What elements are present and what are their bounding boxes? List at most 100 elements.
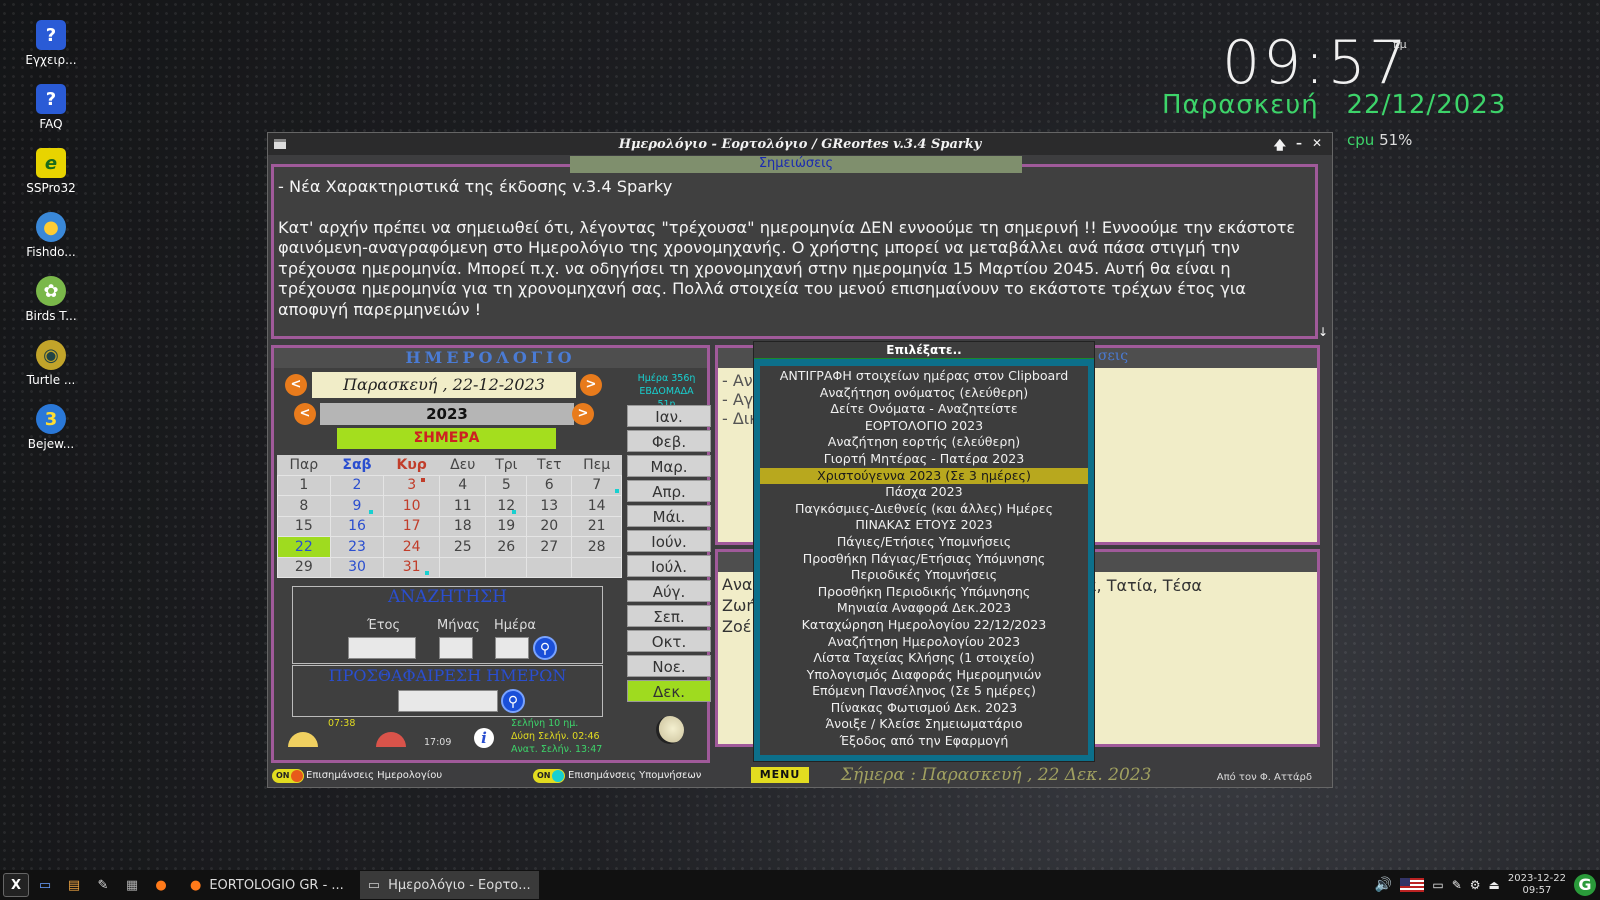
calendar-day[interactable]: 24 (383, 536, 441, 558)
calendar-day[interactable]: 8 (277, 495, 331, 517)
month-button-apr[interactable]: Απρ. (627, 480, 711, 502)
menu-item-add-periodic-reminder[interactable]: Προσθήκη Περιοδικής Υπόμνησης (760, 584, 1088, 601)
menu-item-copy-clipboard[interactable]: ΑΝΤΙΓΡΑΦΗ στοιχείων ημέρας στον Clipboar… (760, 368, 1088, 385)
calendar-day[interactable]: 4 (439, 474, 487, 496)
menu-item-date-difference[interactable]: Υπολογισμός Διαφοράς Ημερομηνιών (760, 667, 1088, 684)
title-bar[interactable]: Ημερολόγιο - Εορτολόγιο / GReortes v.3.4… (268, 133, 1332, 155)
menu-button[interactable]: MENU (751, 767, 809, 783)
network-icon[interactable]: ⚙ (1470, 878, 1481, 892)
calendar-day[interactable]: 12 (485, 495, 528, 517)
calendar-day[interactable]: 29 (277, 556, 331, 578)
calendar-day[interactable]: 18 (439, 515, 487, 537)
menu-item-eortologio[interactable]: ΕΟΡΤΟΛΟΓΙΟ 2023 (760, 418, 1088, 435)
month-button-sep[interactable]: Σεπ. (627, 605, 711, 627)
update-icon[interactable]: G (1574, 874, 1596, 896)
next-year-button[interactable]: > (572, 403, 594, 425)
menu-item-year-table[interactable]: ΠΙΝΑΚΑΣ ΕΤΟΥΣ 2023 (760, 517, 1088, 534)
month-button-feb[interactable]: Φεβ. (627, 430, 711, 452)
desktop-icon-bejeweled[interactable]: 3 Bejew... (14, 404, 88, 451)
files-icon[interactable]: ▦ (119, 873, 145, 897)
month-button-dec[interactable]: Δεκ. (627, 680, 711, 702)
menu-item-speed-dial[interactable]: Λίστα Ταχείας Κλήσης (1 στοιχείο) (760, 650, 1088, 667)
menu-item-search-name[interactable]: Αναζήτηση ονόματος (ελεύθερη) (760, 385, 1088, 402)
menu-item-easter[interactable]: Πάσχα 2023 (760, 484, 1088, 501)
month-button-jun[interactable]: Ιούν. (627, 530, 711, 552)
menu-item-fixed-reminders[interactable]: Πάγιες/Ετήσιες Υπομνήσεις (760, 534, 1088, 551)
prev-day-button[interactable]: < (285, 374, 307, 396)
menu-item-world-days[interactable]: Παγκόσμιες-Διεθνείς (και άλλες) Ημέρες (760, 501, 1088, 518)
start-menu-icon[interactable]: X (3, 873, 29, 897)
menu-item-mother-father-day[interactable]: Γιορτή Μητέρας - Πατέρα 2023 (760, 451, 1088, 468)
calendar-day[interactable]: 14 (571, 495, 622, 517)
minimize-icon[interactable]: – (1296, 136, 1302, 157)
calendar-day[interactable]: 1 (277, 474, 331, 496)
calendar-day[interactable]: 25 (439, 536, 487, 558)
calendar-day[interactable]: 17 (383, 515, 441, 537)
taskbar-task-firefox[interactable]: ● EORTOLOGIO GR - ... (182, 871, 352, 899)
reminders-marks-toggle[interactable]: ON (533, 769, 565, 783)
desktop-icon-turtle[interactable]: ◉ Turtle ... (14, 340, 88, 387)
close-icon[interactable]: ✕ (1312, 136, 1322, 157)
calendar-day[interactable]: 5 (485, 474, 528, 496)
month-button-jul[interactable]: Ιούλ. (627, 555, 711, 577)
maximize-icon[interactable]: 🡅 (1274, 136, 1286, 157)
menu-item-monthly-report[interactable]: Μηνιαία Αναφορά Δεκ.2023 (760, 600, 1088, 617)
text-editor-icon[interactable]: ✎ (90, 873, 116, 897)
show-desktop-icon[interactable]: ▭ (32, 873, 58, 897)
calendar-day[interactable]: 21 (571, 515, 622, 537)
prev-year-button[interactable]: < (294, 403, 316, 425)
notes-tab[interactable]: Σημειώσεις (570, 156, 1022, 173)
menu-item-add-fixed-reminder[interactable]: Προσθήκη Πάγιας/Ετήσιας Υπόμνησης (760, 551, 1088, 568)
month-button-may[interactable]: Μάι. (627, 505, 711, 527)
calendar-day-today[interactable]: 22 (277, 536, 331, 558)
desktop-icon-sspro[interactable]: e SSPro32 (14, 148, 88, 195)
desktop-icon-faq[interactable]: ? FAQ (14, 84, 88, 131)
scroll-down-icon[interactable]: ↓ (1318, 325, 1328, 339)
next-day-button[interactable]: > (580, 374, 602, 396)
menu-item-diary-entry[interactable]: Καταχώρηση Ημερολογίου 22/12/2023 (760, 617, 1088, 634)
window-icon[interactable] (274, 139, 286, 149)
eject-icon[interactable]: ⏏ (1489, 878, 1500, 892)
menu-item-search-feast[interactable]: Αναζήτηση εορτής (ελεύθερη) (760, 434, 1088, 451)
calendar-day[interactable]: 9 (329, 495, 385, 517)
month-button-aug[interactable]: Αύγ. (627, 580, 711, 602)
file-manager-icon[interactable]: ▤ (61, 873, 87, 897)
month-button-jan[interactable]: Ιαν. (627, 405, 711, 427)
days-input[interactable] (398, 690, 498, 712)
search-year-input[interactable] (348, 637, 416, 659)
calendar-day[interactable]: 2 (329, 474, 385, 496)
desktop-icon-fishdom[interactable]: ● Fishdo... (14, 212, 88, 259)
calendar-day[interactable]: 19 (485, 515, 528, 537)
month-button-oct[interactable]: Οκτ. (627, 630, 711, 652)
keyboard-layout-flag-icon[interactable] (1400, 878, 1425, 892)
display-icon[interactable]: ▭ (1432, 878, 1443, 892)
info-icon[interactable]: i (474, 728, 494, 748)
desktop-icon-birds[interactable]: ✿ Birds T... (14, 276, 88, 323)
search-icon[interactable]: ⚲ (501, 689, 525, 713)
calendar-day[interactable]: 20 (526, 515, 573, 537)
calendar-day[interactable]: 6 (526, 474, 573, 496)
menu-item-periodic-reminders[interactable]: Περιοδικές Υπομνήσεις (760, 567, 1088, 584)
clipboard-icon[interactable]: ✎ (1452, 878, 1462, 892)
menu-item-toggle-notepad[interactable]: Άνοιξε / Κλείσε Σημειωματάριο (760, 716, 1088, 733)
menu-item-search-diary[interactable]: Αναζήτηση Ημερολογίου 2023 (760, 634, 1088, 651)
month-button-mar[interactable]: Μαρ. (627, 455, 711, 477)
calendar-day[interactable]: 28 (571, 536, 622, 558)
menu-item-christmas[interactable]: Χριστούγεννα 2023 (Σε 3 ημέρες) (760, 467, 1088, 485)
calendar-day[interactable]: 11 (439, 495, 487, 517)
search-day-input[interactable] (495, 637, 529, 659)
volume-icon[interactable]: 🔊 (1375, 877, 1392, 893)
taskbar-task-calendar[interactable]: ▭ Ημερολόγιο - Εορτο... (359, 871, 539, 899)
today-button[interactable]: ΣΗΜΕΡΑ (337, 428, 556, 449)
calendar-day[interactable]: 13 (526, 495, 573, 517)
calendar-day[interactable]: 15 (277, 515, 331, 537)
search-month-input[interactable] (439, 637, 473, 659)
calendar-day[interactable]: 26 (485, 536, 528, 558)
search-icon[interactable]: ⚲ (533, 636, 557, 660)
firefox-icon[interactable]: ● (148, 873, 174, 897)
menu-item-next-full-moon[interactable]: Επόμενη Πανσέληνος (Σε 5 ημέρες) (760, 683, 1088, 700)
desktop-icon-manual[interactable]: ? Εγχειρ... (14, 20, 88, 67)
calendar-day[interactable]: 3 (383, 474, 441, 496)
calendar-day[interactable]: 30 (329, 556, 385, 578)
menu-item-view-names[interactable]: Δείτε Ονόματα - Αναζητείστε (760, 401, 1088, 418)
